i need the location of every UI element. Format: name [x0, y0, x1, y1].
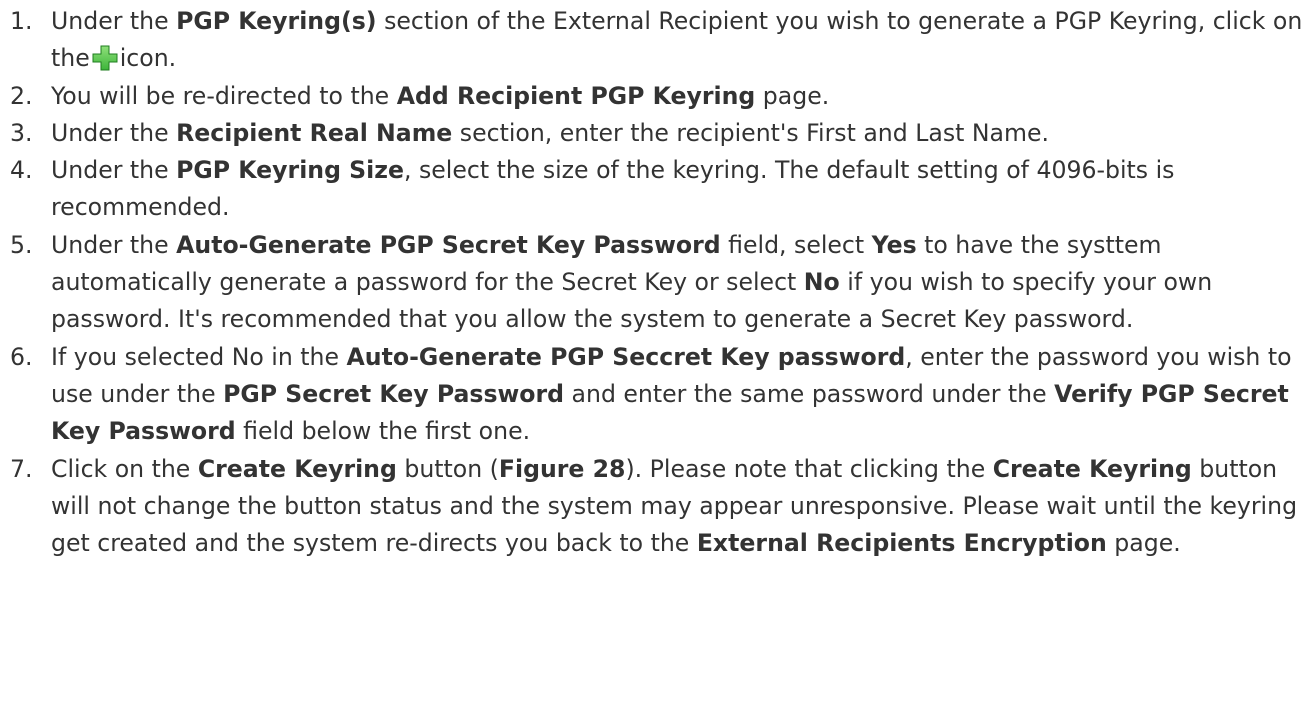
- step-item: 2. You will be re-directed to the Add Rec…: [0, 78, 1316, 115]
- bold-term: PGP Keyring(s): [176, 7, 377, 35]
- text-run: Under the: [51, 156, 177, 185]
- step-item: 7. Click on the Create Keyring button (Fi…: [0, 451, 1316, 563]
- text-run: page.: [755, 81, 830, 110]
- text-run: section, enter the recipient's First and…: [452, 118, 1049, 147]
- step-text: Under the Recipient Real Name section, e…: [51, 119, 1049, 147]
- bold-term: Auto-Generate PGP Secret Key Password: [176, 230, 721, 259]
- text-run: Under the: [51, 7, 177, 35]
- text-run: icon.: [119, 44, 177, 73]
- bold-term: PGP Secret Key Password: [223, 379, 565, 408]
- step-text: Under the Auto-Generate PGP Secret Key P…: [51, 231, 1212, 334]
- bold-term: Recipient Real Name: [176, 118, 453, 147]
- step-item: 3. Under the Recipient Real Name section,…: [0, 115, 1316, 152]
- step-number: 6.: [10, 342, 33, 371]
- text-run: ). Please note that clicking the: [625, 454, 993, 483]
- text-run: field below the first one.: [235, 417, 531, 446]
- step-text: Under the PGP Keyring(s) section of the …: [51, 7, 1302, 72]
- bold-term: Create Keyring: [992, 454, 1192, 483]
- bold-term: No: [803, 268, 840, 297]
- bold-term: External Recipients Encryption: [696, 529, 1107, 558]
- text-run: Under the: [51, 118, 177, 147]
- step-text: Under the PGP Keyring Size, select the s…: [51, 156, 1174, 221]
- step-item: 4. Under the PGP Keyring Size, select the…: [0, 152, 1316, 227]
- text-run: page.: [1106, 529, 1181, 558]
- bold-term: PGP Keyring Size: [176, 156, 404, 185]
- step-number: 4.: [10, 156, 33, 185]
- text-run: If you selected No in the: [51, 342, 347, 371]
- instruction-steps: 1. Under the PGP Keyring(s) section of th…: [0, 3, 1316, 562]
- text-run: Click on the: [51, 454, 198, 483]
- bold-term: Yes: [871, 230, 917, 259]
- text-run: You will be re-directed to the: [51, 81, 397, 110]
- add-icon: [91, 44, 119, 72]
- step-number: 2.: [10, 81, 33, 110]
- text-run: field, select: [720, 230, 872, 259]
- text-run: Under the: [51, 230, 177, 259]
- bold-term: Auto-Generate PGP Seccret Key password: [346, 342, 906, 371]
- bold-term: Figure 28: [498, 454, 626, 483]
- bold-term: Add Recipient PGP Keyring: [396, 81, 756, 110]
- step-item: 1. Under the PGP Keyring(s) section of th…: [0, 3, 1316, 78]
- step-text: If you selected No in the Auto-Generate …: [51, 343, 1292, 446]
- step-item: 6. If you selected No in the Auto-Generat…: [0, 339, 1316, 451]
- bold-term: Create Keyring: [197, 454, 397, 483]
- step-number: 5.: [10, 230, 33, 259]
- step-number: 7.: [10, 454, 33, 483]
- step-number: 3.: [10, 118, 33, 147]
- step-item: 5. Under the Auto-Generate PGP Secret Key…: [0, 227, 1316, 339]
- text-run: button (: [396, 454, 499, 483]
- step-text: Click on the Create Keyring button (Figu…: [51, 455, 1297, 558]
- step-number: 1.: [10, 7, 33, 35]
- step-text: You will be re-directed to the Add Recip…: [51, 82, 829, 110]
- text-run: and enter the same password under the: [564, 379, 1055, 408]
